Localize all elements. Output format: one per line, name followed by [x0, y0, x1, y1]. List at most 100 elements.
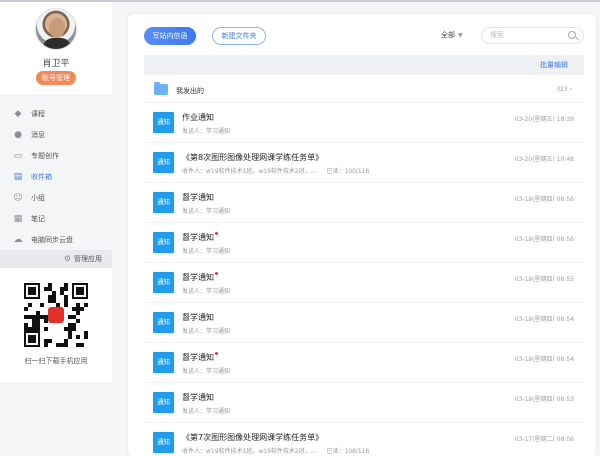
message-time: 03-19(星期四) 06:54	[514, 316, 574, 323]
bulk-edit-bar: 批量编辑	[144, 55, 584, 75]
message-list: 通知 作业通知 发送人：学习通知 03-20(星期五) 18:39 通知 《第8次图形图像…	[144, 103, 584, 456]
qr-module	[76, 311, 80, 315]
message-meta: 收件人：w19软件技术1班、w19软件技术2班、... 已读：106/116	[182, 448, 370, 455]
message-meta: 发送人：学习通知	[182, 368, 231, 375]
notice-badge-icon: 通知	[153, 232, 174, 253]
message-time: 03-20(星期五) 10:48	[514, 156, 574, 163]
gear-icon: ⚙	[63, 254, 71, 263]
message-meta: 收件人：w19软件技术1班、w19软件技术2班、... 已读：100/116	[182, 168, 370, 175]
sent-folder-count: 323 ›	[556, 86, 572, 93]
qr-module	[28, 287, 36, 295]
qr-module	[36, 327, 40, 331]
read-count: 已读：106/116	[326, 448, 370, 455]
sidebar-item-2[interactable]: ▭ 专题创作	[0, 145, 112, 166]
qr-module	[84, 303, 88, 307]
qr-code	[24, 283, 88, 347]
filter-dropdown[interactable]: 全部 ▼	[441, 30, 463, 40]
sidebar-item-3[interactable]: ▤ 收件箱	[0, 166, 112, 187]
search-icon[interactable]	[568, 31, 576, 39]
sidebar-item-1[interactable]: ● 消息	[0, 124, 112, 145]
qr-module	[76, 335, 80, 339]
message-title: 作业通知	[182, 113, 214, 122]
avatar-shirt	[43, 38, 71, 49]
inbox-panel: 写站内信函 新建文件夹 全部 ▼ 搜索 批量编辑 我发出的 323 › 通知 作业通…	[127, 13, 597, 456]
sidebar-item-6[interactable]: ☁ 电脑同步云盘	[0, 229, 112, 250]
notice-badge-icon: 通知	[153, 432, 174, 453]
message-row[interactable]: 通知 《第8次图形图像处理网课学练任务单》 收件人：w19软件技术1班、w19软件技…	[144, 143, 584, 183]
qr-caption: 扫一扫下载手机应用	[24, 357, 88, 365]
message-title: 《第8次图形图像处理网课学练任务单》	[182, 153, 324, 162]
sidebar-item-label: 课程	[31, 109, 45, 118]
avatar[interactable]	[35, 8, 77, 50]
new-folder-button[interactable]: 新建文件夹	[212, 27, 266, 45]
qr-module	[80, 343, 84, 347]
sent-folder-row[interactable]: 我发出的 323 ›	[144, 77, 584, 103]
sidebar-item-label: 电脑同步云盘	[31, 235, 73, 244]
inbox-icon: ▤	[13, 171, 23, 182]
qr-module	[80, 307, 84, 311]
message-time: 03-19(星期四) 06:54	[514, 356, 574, 363]
qr-module	[44, 343, 48, 347]
read-count: 已读：100/116	[326, 168, 370, 175]
unread-dot-icon	[215, 232, 218, 235]
qr-module	[72, 327, 76, 331]
message-title: 督学通知	[182, 352, 218, 363]
unread-dot-icon	[215, 352, 218, 355]
qr-module	[68, 335, 72, 339]
window-icon: ▭	[13, 150, 23, 161]
message-meta: 发送人：学习通知	[182, 408, 231, 415]
sidebar-item-4[interactable]: ☺ 小组	[0, 187, 112, 208]
sidebar-item-5[interactable]: ▦ 笔记	[0, 208, 112, 229]
message-row[interactable]: 通知 作业通知 发送人：学习通知 03-20(星期五) 18:39	[144, 103, 584, 143]
notice-badge-icon: 通知	[153, 112, 174, 133]
search-placeholder: 搜索	[490, 31, 504, 39]
sent-folder-label: 我发出的	[176, 87, 204, 95]
message-row[interactable]: 通知 督学通知发送人：学习通知 03-19(星期四) 06:54	[144, 343, 584, 383]
manage-apps-button[interactable]: ⚙ 管理应用	[0, 250, 112, 268]
bulk-edit-link[interactable]: 批量编辑	[540, 61, 568, 69]
qr-module	[84, 335, 88, 339]
sidebar-item-label: 专题创作	[31, 151, 59, 160]
chat-bubble-icon: ●	[14, 129, 22, 140]
chevron-down-icon: ▼	[458, 32, 463, 39]
message-row[interactable]: 通知 督学通知 发送人：学习通知 03-19(星期四) 06:54	[144, 303, 584, 343]
qr-module	[64, 343, 68, 347]
avatar-face	[49, 18, 65, 38]
message-row[interactable]: 通知 督学通知 发送人：学习通知 03-19(星期四) 06:55	[144, 263, 584, 303]
sidebar-item-label: 收件箱	[31, 172, 52, 181]
message-row[interactable]: 通知 《第7次图形图像处理网课学练任务单》 收件人：w19软件技术1班、w19软件技…	[144, 423, 584, 456]
message-row[interactable]: 通知 督学通知 发送人：学习通知 03-19(星期四) 06:53	[144, 383, 584, 423]
message-time: 03-19(星期四) 06:53	[514, 396, 574, 403]
folder-icon	[154, 82, 168, 95]
qr-module	[64, 287, 68, 291]
qr-module	[48, 339, 52, 343]
message-meta: 发送人：学习通知	[182, 208, 231, 215]
notice-badge-icon: 通知	[153, 272, 174, 293]
message-title: 督学通知	[182, 393, 214, 402]
write-message-button[interactable]: 写站内信函	[144, 27, 196, 45]
message-title: 督学通知	[182, 313, 214, 322]
message-title: 督学通知	[182, 193, 214, 202]
sidebar: 肖卫平 账号管理 ◆ 课程 ● 消息 ▭ 专题创作 ▤ 收件箱 ☺ 小组 ▦ 笔记 ☁ 电脑同步云盘 ⚙ 管…	[0, 2, 112, 456]
filter-label: 全部	[441, 31, 455, 39]
search-input[interactable]: 搜索	[481, 27, 584, 44]
account-manage-badge[interactable]: 账号管理	[36, 71, 76, 85]
qr-module	[24, 307, 28, 311]
message-title: 督学通知	[182, 232, 218, 243]
message-row[interactable]: 通知 督学通知 发送人：学习通知 03-19(星期四) 06:56	[144, 183, 584, 223]
user-name: 肖卫平	[42, 59, 70, 69]
sidebar-nav: ◆ 课程 ● 消息 ▭ 专题创作 ▤ 收件箱 ☺ 小组 ▦ 笔记 ☁ 电脑同步云盘	[0, 103, 112, 250]
sidebar-item-label: 笔记	[31, 214, 45, 223]
cloud-icon: ☁	[13, 234, 23, 245]
sidebar-item-0[interactable]: ◆ 课程	[0, 103, 112, 124]
notice-badge-icon: 通知	[153, 352, 174, 373]
qr-module	[28, 303, 32, 307]
group-icon: ☺	[13, 192, 23, 203]
message-meta: 发送人：学习通知	[182, 128, 231, 135]
notice-badge-icon: 通知	[153, 192, 174, 213]
message-row[interactable]: 通知 督学通知 发送人：学习通知 03-19(星期四) 06:56	[144, 223, 584, 263]
message-title: 督学通知	[182, 272, 218, 283]
message-time: 03-19(星期四) 06:55	[514, 276, 574, 283]
qr-module	[40, 303, 44, 307]
qr-module	[76, 287, 84, 295]
